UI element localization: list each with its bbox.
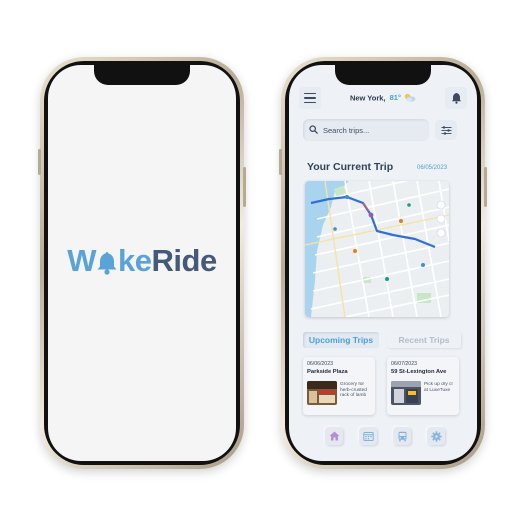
notification-bell-icon[interactable] <box>445 87 467 109</box>
tab-upcoming-trips[interactable]: Upcoming Trips <box>303 332 379 348</box>
trip-name: Parkside Plaza <box>307 369 348 375</box>
search-placeholder: Search trips... <box>323 125 370 135</box>
volume-button <box>38 149 41 175</box>
calendar-icon[interactable] <box>359 427 377 445</box>
search-input[interactable]: Search trips... <box>303 119 429 141</box>
bell-icon <box>95 248 119 275</box>
wakeride-logo: W ke Ride <box>67 243 218 279</box>
trip-tabs: Upcoming Trips Recent Trips <box>303 332 463 348</box>
splash-screen: W ke Ride <box>48 65 236 461</box>
home-icon[interactable] <box>325 427 343 445</box>
tab-recent-trips[interactable]: Recent Trips <box>387 332 461 348</box>
search-icon <box>309 121 318 139</box>
map-graphic <box>305 181 449 317</box>
bottom-navigation <box>325 427 449 447</box>
sliders-filter-icon[interactable] <box>435 120 457 140</box>
trip-photo <box>307 381 337 405</box>
logo-word-ride: Ride <box>151 243 218 278</box>
notch <box>94 65 190 85</box>
settings-gear-icon[interactable] <box>427 427 445 445</box>
route-map[interactable] <box>305 181 449 317</box>
trip-date: 06/07/2023 <box>391 361 417 367</box>
trip-photo <box>391 381 421 405</box>
partly-cloudy-icon <box>403 93 416 104</box>
bus-icon[interactable] <box>393 427 411 445</box>
volume-button <box>279 149 282 175</box>
phone-splash: W ke Ride <box>38 57 246 469</box>
power-button <box>484 167 487 207</box>
logo-letter-w: W <box>67 243 97 278</box>
top-bar: New York, 81° <box>289 83 477 111</box>
trip-card[interactable]: 06/07/2023 59 St-Lexington Ave Pick up d… <box>387 357 459 415</box>
trip-description: Pick up dry cl at LuxeTuxe <box>424 382 453 393</box>
location-label: New York, <box>349 93 386 103</box>
trip-description: Grocery for herb-crusted rack of lamb <box>340 382 367 399</box>
logo-letters-ke: ke <box>118 243 152 278</box>
phone-app: New York, 81° Search trips... Your Curre… <box>279 57 487 469</box>
notch <box>335 65 431 85</box>
app-home-screen: New York, 81° Search trips... Your Curre… <box>289 65 477 461</box>
current-trip-title: Your Current Trip <box>307 161 394 173</box>
current-trip-date: 06/05/2023 <box>417 165 448 171</box>
trip-date: 06/06/2023 <box>307 361 333 367</box>
trip-card[interactable]: 06/06/2023 Parkside Plaza Grocery for he… <box>303 357 375 415</box>
trip-name: 59 St-Lexington Ave <box>391 369 447 375</box>
temperature-label: 81° <box>389 93 401 103</box>
mockup-stage: W ke Ride New York, 81° Search trips... … <box>0 0 522 524</box>
power-button <box>243 167 246 207</box>
